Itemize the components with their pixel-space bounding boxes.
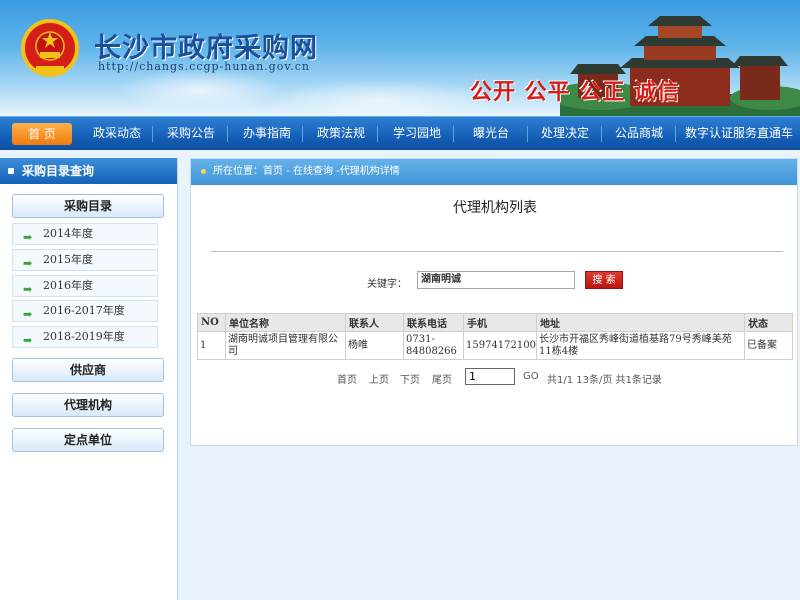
bullet-icon xyxy=(201,169,206,174)
agency-table: NO 单位名称 联系人 联系电话 手机 地址 状态 1 湖南明诚项目管理有限公司… xyxy=(197,313,793,360)
col-status: 状态 xyxy=(744,313,793,332)
nav-exposure[interactable]: 曝光台 xyxy=(460,117,522,151)
sidebar-header: 采购目录查询 xyxy=(0,158,177,184)
nav-separator xyxy=(675,126,676,142)
search-button[interactable]: 搜 索 xyxy=(585,271,623,289)
year-item-2014[interactable]: ➡ 2014年度 xyxy=(12,223,158,245)
arrow-right-icon: ➡ xyxy=(23,308,33,321)
year-item-2015[interactable]: ➡ 2015年度 xyxy=(12,249,158,271)
year-label: 2014年度 xyxy=(43,227,93,240)
nav-digital-cert[interactable]: 数字认证服务直通车 xyxy=(680,117,798,151)
slogan: 公开 公平 公正 诚信 xyxy=(470,80,680,105)
nav-learning[interactable]: 学习园地 xyxy=(386,117,448,151)
cell-contact: 杨唯 xyxy=(345,331,404,360)
catalog-button[interactable]: 采购目录 xyxy=(12,194,164,218)
main-navbar: 首 页 政采动态 采购公告 办事指南 政策法规 学习园地 曝光台 处理决定 公品… xyxy=(0,116,800,150)
keyword-input[interactable]: 湖南明诚 xyxy=(417,271,575,289)
keyword-label: 关键字： xyxy=(367,279,407,290)
nav-separator xyxy=(152,126,153,142)
cell-name[interactable]: 湖南明诚项目管理有限公司 xyxy=(225,331,346,360)
year-label: 2018-2019年度 xyxy=(43,330,125,343)
nav-decisions[interactable]: 处理决定 xyxy=(534,117,596,151)
col-address: 地址 xyxy=(536,313,745,332)
year-label: 2015年度 xyxy=(43,253,93,266)
page-title: 代理机构列表 xyxy=(453,200,537,216)
pager-last[interactable]: 尾页 xyxy=(432,371,452,386)
table-row[interactable]: 1 湖南明诚项目管理有限公司 杨唯 0731-84808266 15974172… xyxy=(197,331,793,360)
nav-separator xyxy=(377,126,378,142)
breadcrumb: 所在位置：首页 - 在线查询 -代理机构详情 xyxy=(191,159,797,185)
page-number-input[interactable]: 1 xyxy=(465,368,515,385)
year-item-2016-2017[interactable]: ➡ 2016-2017年度 xyxy=(12,300,158,322)
pager-next[interactable]: 下页 xyxy=(400,371,420,386)
cell-phone: 0731-84808266 xyxy=(403,331,464,360)
national-emblem-icon xyxy=(21,19,79,77)
arrow-right-icon: ➡ xyxy=(23,334,33,347)
nav-separator xyxy=(453,126,454,142)
breadcrumb-text: 所在位置：首页 - 在线查询 -代理机构详情 xyxy=(213,166,400,177)
col-phone: 联系电话 xyxy=(403,313,464,332)
nav-mall[interactable]: 公品商城 xyxy=(608,117,670,151)
sidebar-header-label: 采购目录查询 xyxy=(22,164,95,178)
table-header-row: NO 单位名称 联系人 联系电话 手机 地址 状态 xyxy=(197,313,793,332)
divider xyxy=(211,251,783,252)
header-banner: 长沙市政府采购网 http://changs.ccgp-hunan.gov.cn… xyxy=(0,0,800,116)
pager-summary: 共1/1 13条/页 共1条记录 xyxy=(547,375,662,386)
nav-regulations[interactable]: 政策法规 xyxy=(310,117,372,151)
site-url: http://changs.ccgp-hunan.gov.cn xyxy=(98,60,310,73)
nav-guide[interactable]: 办事指南 xyxy=(236,117,298,151)
arrow-right-icon: ➡ xyxy=(23,283,33,296)
nav-home[interactable]: 首 页 xyxy=(12,123,72,145)
main-panel: 所在位置：首页 - 在线查询 -代理机构详情 代理机构列表 关键字： 湖南明诚 … xyxy=(190,158,798,446)
nav-separator xyxy=(302,126,303,142)
cell-mobile: 15974172100 xyxy=(463,331,537,360)
supplier-button[interactable]: 供应商 xyxy=(12,358,164,382)
year-label: 2016年度 xyxy=(43,279,93,292)
nav-separator xyxy=(527,126,528,142)
go-button[interactable]: GO xyxy=(523,371,539,382)
agency-button[interactable]: 代理机构 xyxy=(12,393,164,417)
col-no: NO xyxy=(197,313,226,332)
col-name: 单位名称 xyxy=(225,313,346,332)
cell-status: 已备案 xyxy=(744,331,793,360)
arrow-right-icon: ➡ xyxy=(23,231,33,244)
cell-address: 长沙市开福区秀峰街道植基路79号秀峰美苑11栋4楼 xyxy=(536,331,745,360)
nav-announcements[interactable]: 采购公告 xyxy=(160,117,222,151)
pager-prev[interactable]: 上页 xyxy=(369,371,389,386)
year-item-2018-2019[interactable]: ➡ 2018-2019年度 xyxy=(12,326,158,348)
col-mobile: 手机 xyxy=(463,313,537,332)
bullet-icon xyxy=(8,168,14,174)
year-label: 2016-2017年度 xyxy=(43,304,125,317)
nav-news[interactable]: 政采动态 xyxy=(86,117,148,151)
fixed-point-button[interactable]: 定点单位 xyxy=(12,428,164,452)
nav-separator xyxy=(601,126,602,142)
col-contact: 联系人 xyxy=(345,313,404,332)
pager-first[interactable]: 首页 xyxy=(337,371,357,386)
cell-no: 1 xyxy=(197,331,226,360)
nav-separator xyxy=(227,126,228,142)
year-item-2016[interactable]: ➡ 2016年度 xyxy=(12,275,158,297)
arrow-right-icon: ➡ xyxy=(23,257,33,270)
left-sidebar: 采购目录查询 采购目录 ➡ 2014年度 ➡ 2015年度 ➡ 2016年度 ➡… xyxy=(0,158,178,600)
